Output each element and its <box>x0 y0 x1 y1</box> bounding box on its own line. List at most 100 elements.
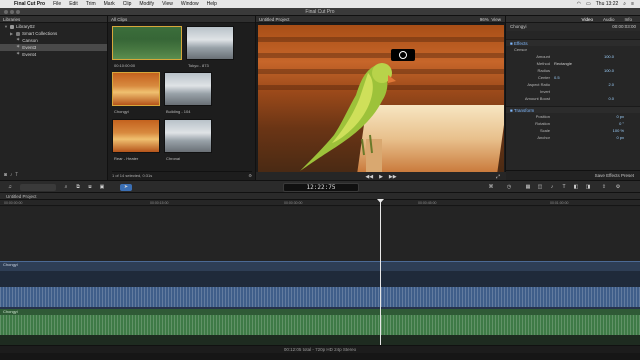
inspector-tabs: Video Audio Info <box>506 16 640 23</box>
wifi-icon[interactable]: ◠ <box>577 1 581 7</box>
video-clip-body[interactable] <box>0 271 640 287</box>
playhead[interactable] <box>380 200 381 345</box>
star-icon: ✶ <box>16 44 21 50</box>
video-clip[interactable]: Chongyi <box>0 261 640 271</box>
param-value[interactable]: 2.0 <box>554 81 640 88</box>
menu-help[interactable]: Help <box>203 1 221 7</box>
library-item-canson[interactable]: ✶ Canson <box>0 37 107 44</box>
empty-track-area[interactable] <box>0 207 640 261</box>
param-label: Position <box>535 114 550 119</box>
microphone-icon[interactable]: ♫ <box>6 184 14 191</box>
clip-caption: Rear - Heater <box>114 156 139 161</box>
disclosure-triangle-icon[interactable]: ▼ <box>4 23 8 30</box>
camera-icon[interactable]: ◙ <box>4 172 7 178</box>
close-window-button[interactable] <box>4 10 8 14</box>
transitions-icon[interactable]: ⌘ <box>484 184 498 191</box>
clip-thumbnail[interactable] <box>164 119 212 153</box>
title-icon[interactable]: T <box>15 172 18 178</box>
param-value[interactable]: 100.0 <box>554 67 640 74</box>
insert-clip-icon[interactable]: ⧈ <box>86 184 94 191</box>
transform-section-header[interactable]: ■ Transform <box>506 106 640 113</box>
effects-browser-icon[interactable]: ▦ <box>524 184 532 191</box>
param-value[interactable]: 0 px <box>554 113 640 120</box>
effects-section-header[interactable]: ■ Effects <box>506 39 640 46</box>
timeline-toolbar: ♫ ⌕ ⧉ ⧈ ▣ ➤ 12:22:75 ⌘ ◷ ▦ ◫ ♪ T ◧ ◨ ⇪ ⚙ <box>0 180 640 193</box>
titles-icon[interactable]: T <box>560 184 568 191</box>
photos-icon[interactable]: ◫ <box>536 184 544 191</box>
inspector-row: Invert <box>506 88 640 95</box>
censor-box[interactable] <box>391 49 415 61</box>
param-value[interactable]: 0 ° <box>554 120 640 127</box>
clip-thumbnail[interactable] <box>112 26 182 60</box>
center-handle-icon[interactable] <box>399 51 407 59</box>
zoom-level[interactable]: 96% <box>480 17 489 22</box>
menu-clock[interactable]: Thu 13:22 <box>596 1 619 7</box>
project-title: Untitled Project <box>6 194 37 199</box>
disclosure-triangle-icon[interactable]: ▶ <box>10 30 14 37</box>
menu-edit[interactable]: Edit <box>65 1 82 7</box>
param-value[interactable]: 0.5 <box>554 74 640 81</box>
video-frame[interactable] <box>258 25 504 172</box>
select-tool-button[interactable]: ➤ <box>120 184 132 191</box>
play-icon[interactable]: ▶ <box>379 174 383 180</box>
param-value[interactable]: 0.0 <box>554 95 640 102</box>
menu-window[interactable]: Window <box>177 1 203 7</box>
themes-icon[interactable]: ◨ <box>584 184 592 191</box>
parrot-illustration <box>300 63 396 171</box>
connect-clip-icon[interactable]: ⧉ <box>74 184 82 191</box>
menu-modify[interactable]: Modify <box>135 1 158 7</box>
library-item-smart-collections[interactable]: ▶ Smart Collections <box>0 30 107 37</box>
go-to-start-icon[interactable]: ◀◀ <box>365 174 373 180</box>
time-ruler[interactable]: 00:00:00:00 00:00:15:00 00:00:30:00 00:0… <box>0 200 640 206</box>
generators-icon[interactable]: ◧ <box>572 184 580 191</box>
library-item-library02[interactable]: ▼ Library02 <box>0 23 107 30</box>
library-item-event4[interactable]: ✶ Event4 <box>0 51 107 58</box>
tab-video[interactable]: Video <box>582 16 593 22</box>
share-icon[interactable]: ⇪ <box>600 184 608 191</box>
playback-speed-icon[interactable]: ◷ <box>504 184 514 191</box>
go-to-end-icon[interactable]: ▶▶ <box>389 174 397 180</box>
music-icon[interactable]: ♪ <box>10 172 13 178</box>
menu-trim[interactable]: Trim <box>82 1 100 7</box>
audio-meter[interactable] <box>20 184 56 191</box>
settings-icon[interactable]: ⚙ <box>614 184 622 191</box>
browser-title[interactable]: All Clips <box>111 17 127 22</box>
effect-name[interactable]: Censor <box>506 46 566 53</box>
inspector-row: Anchor 0 px <box>506 134 640 141</box>
tab-info[interactable]: Info <box>624 16 632 22</box>
view-menu[interactable]: View <box>491 17 501 22</box>
star-icon: ✶ <box>16 37 21 43</box>
browser-status: 1 of 14 selected, 0:31s ⚙ <box>112 171 252 178</box>
library-item-event3[interactable]: ✶ Event3 <box>0 44 107 51</box>
menu-app-name[interactable]: Final Cut Pro <box>10 1 49 7</box>
menu-view[interactable]: View <box>158 1 177 7</box>
timeline-header: Untitled Project <box>0 193 640 200</box>
timecode-display[interactable]: 12:22:75 <box>283 183 359 192</box>
tab-audio[interactable]: Audio <box>603 16 615 22</box>
clip-thumbnail[interactable] <box>112 119 160 153</box>
clip-thumbnail[interactable] <box>112 72 160 106</box>
param-value[interactable]: 100.0 <box>554 53 640 60</box>
music-browser-icon[interactable]: ♪ <box>548 184 556 191</box>
param-value[interactable]: 100 % <box>554 127 640 134</box>
audio-track-footer <box>0 335 640 345</box>
zoom-window-button[interactable] <box>16 10 20 14</box>
clip-thumbnail[interactable] <box>186 26 234 60</box>
browser-settings-icon[interactable]: ⚙ <box>248 172 252 179</box>
battery-icon[interactable]: ▭ <box>586 1 591 7</box>
search-icon[interactable]: ⌕ <box>623 1 626 7</box>
menu-clip[interactable]: Clip <box>119 1 136 7</box>
fullscreen-icon[interactable]: ⤢ <box>496 174 500 180</box>
list-icon[interactable]: ≡ <box>631 1 634 7</box>
minimize-window-button[interactable] <box>10 10 14 14</box>
append-clip-icon[interactable]: ▣ <box>98 184 106 191</box>
menu-file[interactable]: File <box>49 1 65 7</box>
save-effects-preset-button[interactable]: Save Effects Preset <box>595 173 634 178</box>
param-value[interactable]: Rectangle <box>554 60 640 67</box>
audio-waveform-track[interactable] <box>0 315 640 335</box>
param-value[interactable]: 0 px <box>554 134 640 141</box>
clip-thumbnail[interactable] <box>164 72 212 106</box>
menu-mark[interactable]: Mark <box>100 1 119 7</box>
magnifier-icon[interactable]: ⌕ <box>62 184 70 191</box>
audio-waveform-track[interactable] <box>0 287 640 307</box>
